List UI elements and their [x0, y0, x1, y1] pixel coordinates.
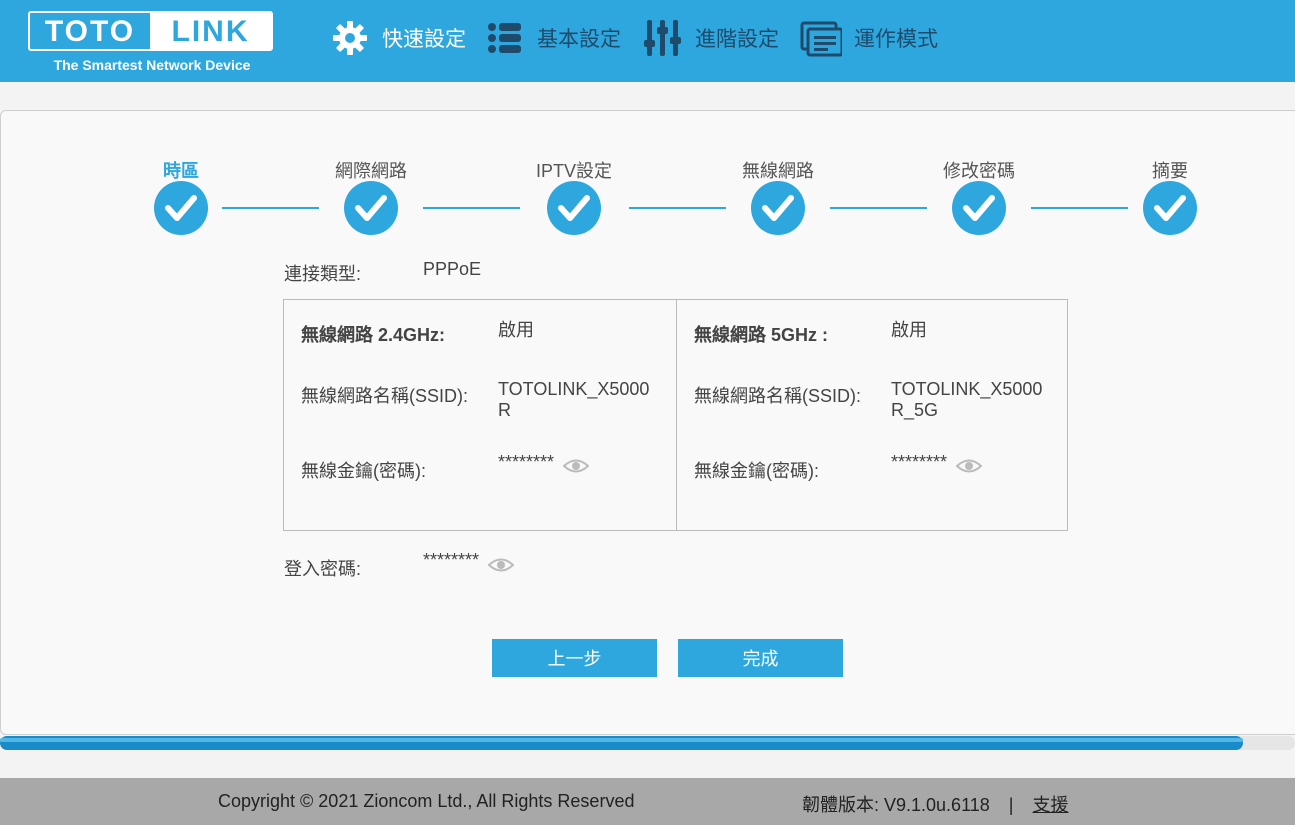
- wifi-5ghz-column: 無線網路 5GHz : 啟用 無線網路名稱(SSID): TOTOLINK_X5…: [676, 300, 1069, 530]
- step-check-wireless: [751, 181, 805, 235]
- wizard-steps: 時區 網際網路 IPTV設定 無線網路 修改密碼 摘要: [1, 111, 1295, 241]
- sliders-icon: [644, 20, 681, 56]
- checkmark-icon: [963, 195, 995, 221]
- footer: Copyright © 2021 Zioncom Ltd., All Right…: [0, 778, 1295, 825]
- list-icon: [488, 23, 521, 53]
- eye-icon[interactable]: [563, 458, 589, 474]
- step-check-timezone: [154, 181, 208, 235]
- logo-right-text: LINK: [150, 13, 271, 49]
- checkmark-icon: [355, 195, 387, 221]
- header-bar: TOTO LINK The Smartest Network Device 快速…: [0, 0, 1295, 82]
- wifi-5ghz-key-label: 無線金鑰(密碼):: [694, 461, 819, 481]
- step-check-summary: [1143, 181, 1197, 235]
- wifi-5ghz-ssid-value: TOTOLINK_X5000R_5G: [891, 379, 1043, 420]
- wifi-24ghz-ssid-label: 無線網路名稱(SSID):: [301, 386, 469, 406]
- step-label-internet: 網際網路: [335, 161, 407, 181]
- progress-bar: [0, 736, 1295, 750]
- wifi-24ghz-key-value: ********: [498, 452, 555, 472]
- nav-operation-mode[interactable]: 運作模式: [800, 16, 938, 60]
- step-check-password: [952, 181, 1006, 235]
- eye-icon[interactable]: [488, 557, 514, 573]
- login-password-value: ********: [423, 550, 480, 570]
- nav-operation-mode-label: 運作模式: [854, 28, 938, 51]
- nav-basic-setup[interactable]: 基本設定: [485, 16, 621, 60]
- step-check-iptv: [547, 181, 601, 235]
- login-password-label: 登入密碼:: [284, 559, 362, 579]
- eye-icon[interactable]: [956, 458, 982, 474]
- step-connector: [1031, 207, 1128, 209]
- checkmark-icon: [558, 195, 590, 221]
- footer-separator: |: [1008, 795, 1014, 815]
- step-connector: [423, 207, 520, 209]
- step-connector: [222, 207, 319, 209]
- logo-left-text: TOTO: [44, 15, 136, 48]
- nav-quick-setup[interactable]: 快速設定: [330, 16, 466, 60]
- nav-advanced-setup[interactable]: 進階設定: [643, 16, 779, 60]
- step-label-wireless: 無線網路: [742, 161, 814, 181]
- gear-icon: [333, 21, 367, 55]
- step-connector: [629, 207, 726, 209]
- wifi-5ghz-key-value: ********: [891, 452, 948, 472]
- connection-type-label: 連接類型:: [284, 264, 362, 284]
- wifi-24ghz-title: 無線網路 2.4GHz:: [301, 325, 446, 345]
- step-label-password: 修改密碼: [943, 161, 1015, 181]
- finish-button[interactable]: 完成: [678, 639, 843, 677]
- firmware-info: 韌體版本: V9.1.0u.6118 | 支援: [802, 791, 1068, 817]
- wifi-24ghz-ssid-value: TOTOLINK_X5000R: [498, 379, 650, 420]
- wifi-24ghz-key-label: 無線金鑰(密碼):: [301, 461, 426, 481]
- totolink-logo[interactable]: TOTO LINK The Smartest Network Device: [28, 11, 276, 75]
- nav-advanced-setup-label: 進階設定: [695, 28, 779, 51]
- wifi-summary-box: 無線網路 2.4GHz: 啟用 無線網路名稱(SSID): TOTOLINK_X…: [283, 299, 1068, 531]
- firmware-version: 韌體版本: V9.1.0u.6118: [802, 795, 990, 815]
- wifi-24ghz-status: 啟用: [498, 320, 534, 340]
- step-connector: [830, 207, 927, 209]
- previous-step-button[interactable]: 上一步: [492, 639, 657, 677]
- step-label-iptv: IPTV設定: [535, 161, 612, 181]
- wifi-5ghz-ssid-label: 無線網路名稱(SSID):: [694, 386, 862, 406]
- checkmark-icon: [165, 195, 197, 221]
- wifi-24ghz-column: 無線網路 2.4GHz: 啟用 無線網路名稱(SSID): TOTOLINK_X…: [284, 300, 676, 530]
- step-label-timezone: 時區: [163, 161, 199, 181]
- wifi-5ghz-status: 啟用: [891, 320, 927, 340]
- support-link[interactable]: 支援: [1032, 795, 1068, 815]
- checkmark-icon: [762, 195, 794, 221]
- wizard-panel: 時區 網際網路 IPTV設定 無線網路 修改密碼 摘要 連接類型: PPPoE: [0, 110, 1295, 735]
- logo-tagline: The Smartest Network Device: [53, 57, 251, 73]
- copyright-text: Copyright © 2021 Zioncom Ltd., All Right…: [218, 791, 635, 811]
- mode-icon: [800, 21, 842, 57]
- checkmark-icon: [1154, 195, 1186, 221]
- progress-fill: [0, 736, 1244, 750]
- nav-basic-setup-label: 基本設定: [537, 28, 621, 51]
- nav-quick-setup-label: 快速設定: [382, 28, 466, 51]
- step-label-summary: 摘要: [1152, 161, 1188, 181]
- connection-type-value: PPPoE: [423, 259, 482, 279]
- step-check-internet: [344, 181, 398, 235]
- wifi-5ghz-title: 無線網路 5GHz :: [694, 325, 829, 345]
- logo-frame: TOTO LINK: [28, 11, 273, 51]
